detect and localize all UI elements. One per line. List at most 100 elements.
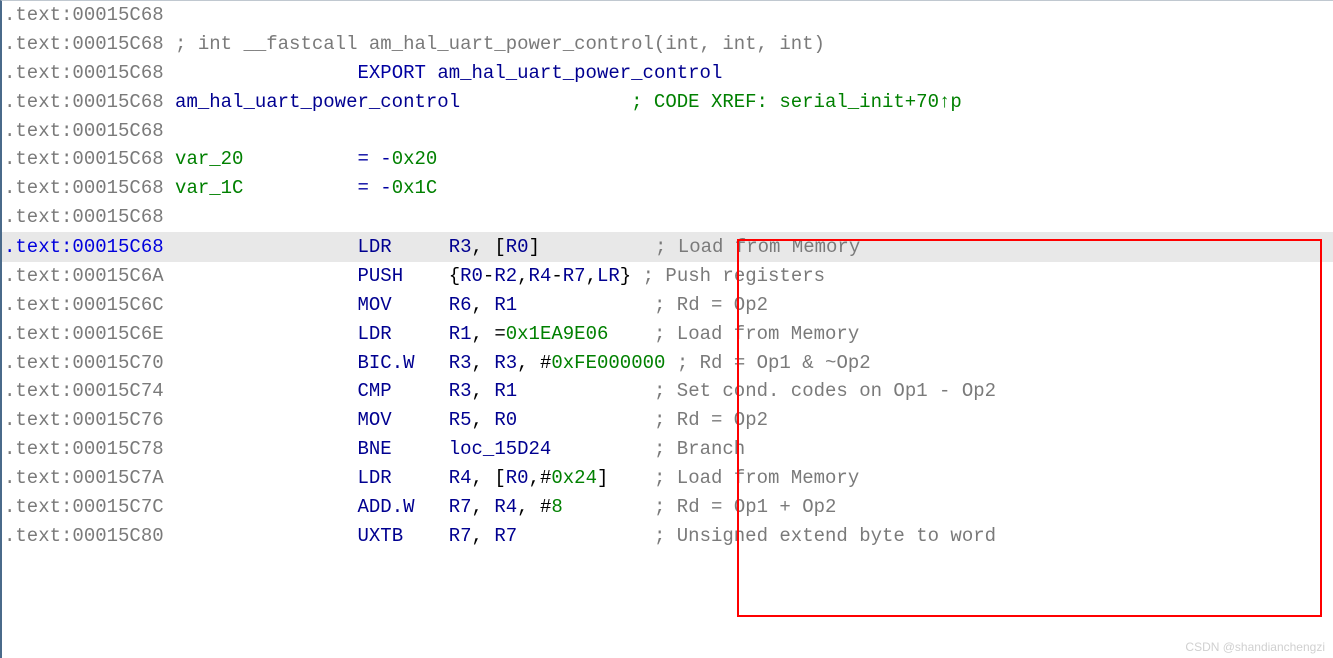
symbol: am_hal_uart_power_control xyxy=(437,62,722,84)
address: .text:00015C6A xyxy=(4,265,164,287)
text xyxy=(243,148,357,170)
text xyxy=(415,352,449,374)
disasm-line[interactable]: .text:00015C68 ; int __fastcall am_hal_u… xyxy=(2,30,1333,59)
comment: ; Load from Memory xyxy=(654,467,859,489)
register: R5 xyxy=(449,409,472,431)
disasm-line[interactable]: .text:00015C6A PUSH {R0-R2,R4-R7,LR} ; P… xyxy=(2,262,1333,291)
xref: ; CODE XREF: serial_init+70↑p xyxy=(631,91,962,113)
address: .text:00015C80 xyxy=(4,525,164,547)
mnemonic: PUSH xyxy=(357,265,403,287)
text xyxy=(164,467,358,489)
register: R0 xyxy=(494,409,517,431)
text: ] xyxy=(597,467,654,489)
mnemonic: BIC.W xyxy=(357,352,414,374)
disasm-line[interactable]: .text:00015C7C ADD.W R7, R4, #8 ; Rd = O… xyxy=(2,493,1333,522)
text xyxy=(517,525,654,547)
disasm-line[interactable]: .text:00015C68 LDR R3, [R0] ; Load from … xyxy=(2,232,1333,262)
register: R3 xyxy=(494,352,517,374)
address: .text:00015C6E xyxy=(4,323,164,345)
register: R1 xyxy=(494,380,517,402)
text: , = xyxy=(472,323,506,345)
register: R3 xyxy=(449,236,472,258)
text: , [ xyxy=(472,467,506,489)
register: R0 xyxy=(506,236,529,258)
register: R7 xyxy=(563,265,586,287)
disasm-line[interactable]: .text:00015C6E LDR R1, =0x1EA9E06 ; Load… xyxy=(2,320,1333,349)
text: , xyxy=(472,294,495,316)
register: R4 xyxy=(529,265,552,287)
text xyxy=(164,352,358,374)
text: , xyxy=(517,265,528,287)
comment: ; Unsigned extend byte to word xyxy=(654,525,996,547)
disasm-line[interactable]: .text:00015C68 var_20 = -0x20 xyxy=(2,145,1333,174)
text xyxy=(517,380,654,402)
mnemonic: LDR xyxy=(357,236,391,258)
immediate: 0xFE000000 xyxy=(551,352,665,374)
address: .text:00015C7C xyxy=(4,496,164,518)
register: R1 xyxy=(494,294,517,316)
mnemonic: BNE xyxy=(357,438,391,460)
text xyxy=(517,294,654,316)
disasm-line[interactable]: .text:00015C68 xyxy=(2,1,1333,30)
text: , xyxy=(472,525,495,547)
register: R7 xyxy=(449,496,472,518)
text xyxy=(665,352,676,374)
text: ,# xyxy=(529,467,552,489)
comment: ; Rd = Op1 & ~Op2 xyxy=(677,352,871,374)
text: , # xyxy=(517,496,551,518)
text xyxy=(392,438,449,460)
address: .text:00015C68 xyxy=(4,62,164,84)
address: .text:00015C6C xyxy=(4,294,164,316)
keyword: EXPORT xyxy=(357,62,425,84)
xref: var_1C xyxy=(175,177,243,199)
address: .text:00015C68 xyxy=(4,206,164,228)
address: .text:00015C68 xyxy=(4,236,164,258)
comment: ; Load from Memory xyxy=(655,236,860,258)
disasm-line[interactable]: .text:00015C70 BIC.W R3, R3, #0xFE000000… xyxy=(2,349,1333,378)
register: R1 xyxy=(449,323,472,345)
disasm-line[interactable]: .text:00015C68 var_1C = -0x1C xyxy=(2,174,1333,203)
mnemonic: LDR xyxy=(357,467,391,489)
disasm-line[interactable]: .text:00015C78 BNE loc_15D24 ; Branch xyxy=(2,435,1333,464)
text: , xyxy=(472,496,495,518)
mnemonic: CMP xyxy=(357,380,391,402)
text: , # xyxy=(517,352,551,374)
register: R3 xyxy=(449,352,472,374)
disasm-line[interactable]: .text:00015C6C MOV R6, R1 ; Rd = Op2 xyxy=(2,291,1333,320)
disasm-line[interactable]: .text:00015C74 CMP R3, R1 ; Set cond. co… xyxy=(2,377,1333,406)
comment: ; Rd = Op2 xyxy=(654,294,768,316)
register: R0 xyxy=(506,467,529,489)
watermark: CSDN @shandianchengzi xyxy=(1185,638,1325,656)
text xyxy=(392,323,449,345)
comment: ; Set cond. codes on Op1 - Op2 xyxy=(654,380,996,402)
disasm-line[interactable]: .text:00015C68 xyxy=(2,117,1333,146)
address: .text:00015C68 xyxy=(4,33,164,55)
mnemonic: MOV xyxy=(357,294,391,316)
text xyxy=(392,236,449,258)
immediate: 0x1C xyxy=(392,177,438,199)
register: LR xyxy=(597,265,620,287)
text xyxy=(164,380,358,402)
immediate: 0x24 xyxy=(551,467,597,489)
disasm-line[interactable]: .text:00015C76 MOV R5, R0 ; Rd = Op2 xyxy=(2,406,1333,435)
label: loc_15D24 xyxy=(449,438,552,460)
text xyxy=(608,323,654,345)
text xyxy=(164,323,358,345)
text xyxy=(551,438,654,460)
text-cursor xyxy=(540,232,541,252)
disasm-line[interactable]: .text:00015C7A LDR R4, [R0,#0x24] ; Load… xyxy=(2,464,1333,493)
register: R0 xyxy=(460,265,483,287)
text xyxy=(243,177,357,199)
address: .text:00015C7A xyxy=(4,467,164,489)
keyword: = - xyxy=(358,177,392,199)
text: - xyxy=(551,265,562,287)
disassembly-listing[interactable]: .text:00015C68.text:00015C68 ; int __fas… xyxy=(2,1,1333,551)
register: R3 xyxy=(449,380,472,402)
address: .text:00015C68 xyxy=(4,4,164,26)
disasm-line[interactable]: .text:00015C68 EXPORT am_hal_uart_power_… xyxy=(2,59,1333,88)
disasm-line[interactable]: .text:00015C68 xyxy=(2,203,1333,232)
text xyxy=(392,294,449,316)
disasm-line[interactable]: .text:00015C80 UXTB R7, R7 ; Unsigned ex… xyxy=(2,522,1333,551)
text xyxy=(164,265,358,287)
disasm-line[interactable]: .text:00015C68 am_hal_uart_power_control… xyxy=(2,88,1333,117)
